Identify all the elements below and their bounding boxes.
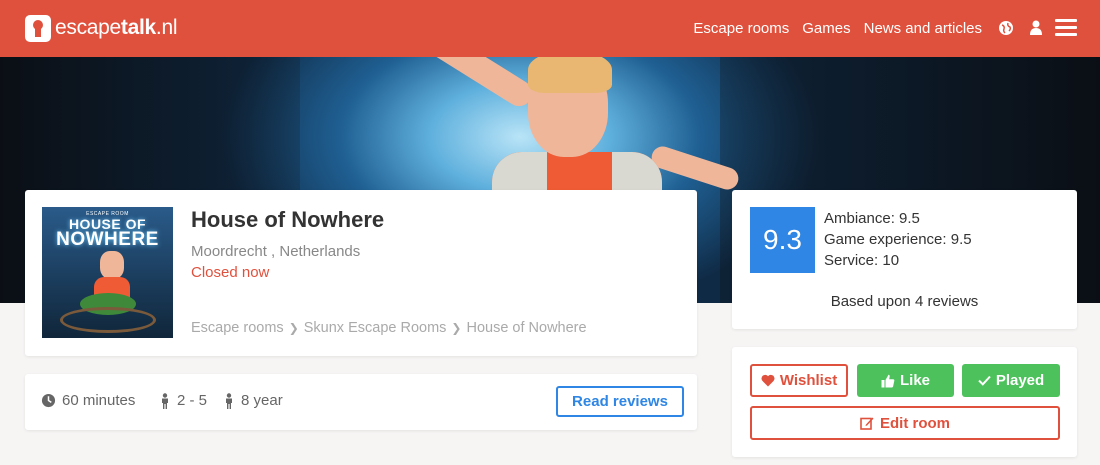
players-info: 2 - 5 xyxy=(159,392,207,409)
service-score: Service: 10 xyxy=(824,252,900,269)
checkmark-icon xyxy=(978,375,991,386)
room-title: House of Nowhere xyxy=(191,207,385,232)
person-icon xyxy=(162,392,168,409)
keyhole-logo-icon xyxy=(25,14,51,42)
chevron-right-icon: ❯ xyxy=(451,321,462,335)
actions-card: Wishlist Like Played Edit room xyxy=(732,347,1077,457)
breadcrumb: Escape rooms ❯ Skunx Escape Rooms ❯ Hous… xyxy=(191,320,587,336)
menu-icon[interactable] xyxy=(1055,17,1077,37)
breadcrumb-company[interactable]: Skunx Escape Rooms xyxy=(304,320,447,336)
room-cover-image: ESCAPE ROOM HOUSE OF NOWHERE xyxy=(42,207,173,338)
age-text: 8 year xyxy=(241,392,283,409)
cover-title: NOWHERE xyxy=(56,229,159,250)
edit-room-button[interactable]: Edit room xyxy=(750,406,1060,440)
top-navbar: escapetalk.nl Escape rooms Games News an… xyxy=(0,0,1100,57)
room-info-bar: 60 minutes 2 - 5 8 year Read reviews xyxy=(25,374,697,430)
overall-score-badge: 9.3 xyxy=(750,207,815,273)
nav-games[interactable]: Games xyxy=(802,20,850,37)
players-text: 2 - 5 xyxy=(177,392,208,409)
room-location: Moordrecht , Netherlands xyxy=(191,243,361,260)
game-experience-score: Game experience: 9.5 xyxy=(824,231,972,248)
breadcrumb-current[interactable]: House of Nowhere xyxy=(466,320,586,336)
chevron-right-icon: ❯ xyxy=(288,321,299,335)
wishlist-button[interactable]: Wishlist xyxy=(750,364,848,397)
main-nav: Escape rooms Games News and articles xyxy=(693,0,982,57)
rating-card: 9.3 Ambiance: 9.5 Game experience: 9.5 S… xyxy=(732,190,1077,329)
heart-icon xyxy=(761,374,775,387)
duration-text: 60 minutes xyxy=(62,392,136,409)
ambiance-score: Ambiance: 9.5 xyxy=(824,210,920,227)
room-header-card: ESCAPE ROOM HOUSE OF NOWHERE House of No… xyxy=(25,190,697,356)
logo-text: escapetalk.nl xyxy=(55,16,178,39)
review-count: Based upon 4 reviews xyxy=(830,293,979,310)
opening-status: Closed now xyxy=(191,264,270,281)
thumbs-up-icon xyxy=(881,374,895,387)
breadcrumb-escape-rooms[interactable]: Escape rooms xyxy=(191,320,284,336)
hero-arm xyxy=(395,57,537,112)
age-info: 8 year xyxy=(223,392,283,409)
edit-icon xyxy=(860,417,874,430)
user-icon[interactable] xyxy=(1027,19,1045,37)
nav-news-and-articles[interactable]: News and articles xyxy=(864,20,982,37)
clock-icon xyxy=(41,393,56,408)
read-reviews-button[interactable]: Read reviews xyxy=(556,386,684,417)
played-button[interactable]: Played xyxy=(962,364,1060,397)
nav-escape-rooms[interactable]: Escape rooms xyxy=(693,20,789,37)
site-logo[interactable]: escapetalk.nl xyxy=(25,14,178,42)
person-icon xyxy=(226,392,232,409)
duration-info: 60 minutes xyxy=(41,392,135,409)
like-button[interactable]: Like xyxy=(857,364,954,397)
globe-icon[interactable] xyxy=(997,19,1015,37)
